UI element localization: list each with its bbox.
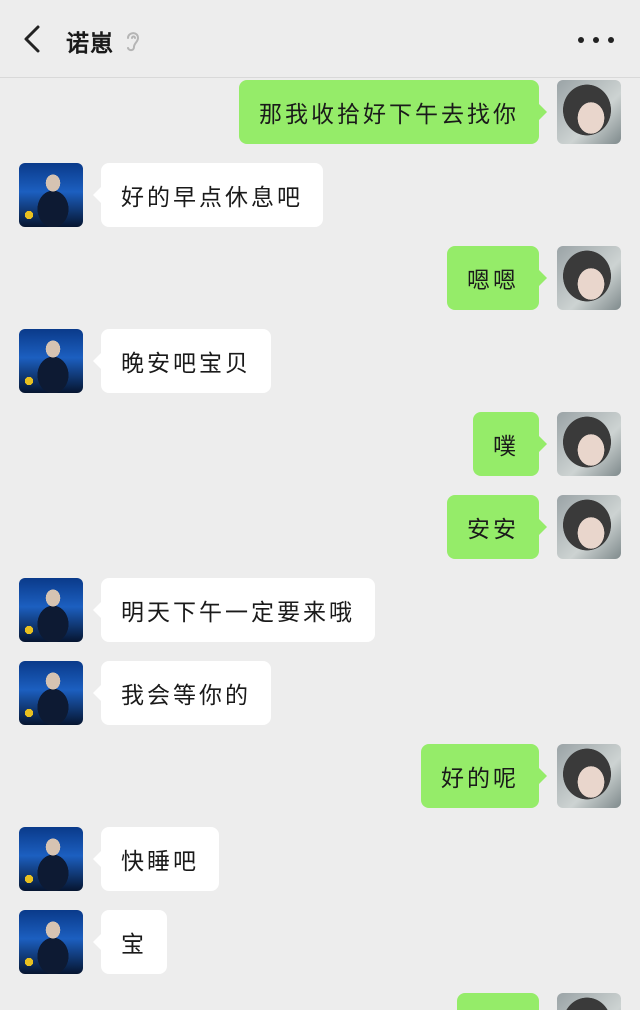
message-row-received: 明天下午一定要来哦 [0, 578, 640, 644]
message-bubble-received[interactable]: 我会等你的 [93, 661, 271, 725]
message-bubble-received[interactable]: 好的早点休息吧 [93, 163, 323, 227]
avatar-contact[interactable] [19, 163, 83, 227]
chat-title-area[interactable]: 诺崽 [66, 24, 144, 58]
message-row-sent: 那我收拾好下午去找你 [0, 80, 640, 146]
message-row-received: 好的早点休息吧 [0, 163, 640, 229]
more-dots-icon [593, 37, 599, 43]
message-row-sent [0, 993, 640, 1010]
more-dots-icon [578, 37, 584, 43]
chat-title: 诺崽 [66, 31, 114, 57]
message-row-sent: 安安 [0, 495, 640, 561]
message-bubble-received[interactable]: 晚安吧宝贝 [93, 329, 271, 393]
chevron-left-icon [24, 25, 40, 53]
message-bubble-received[interactable]: 宝 [93, 910, 167, 974]
avatar-self[interactable] [557, 246, 621, 310]
chat-screen: 诺崽 那我收拾好下午去找你 好的早点休息吧 嗯嗯 晚安吧宝贝 噗 安安 明天下午… [0, 0, 640, 1010]
avatar-self[interactable] [557, 495, 621, 559]
message-row-received: 快睡吧 [0, 827, 640, 893]
more-dots-icon [608, 37, 614, 43]
avatar-contact[interactable] [19, 661, 83, 725]
message-bubble-sent[interactable]: 嗯嗯 [447, 246, 547, 310]
chat-header: 诺崽 [0, 0, 640, 78]
message-row-received: 我会等你的 [0, 661, 640, 727]
avatar-contact[interactable] [19, 578, 83, 642]
avatar-self[interactable] [557, 993, 621, 1010]
message-row-received: 宝 [0, 910, 640, 976]
avatar-contact[interactable] [19, 329, 83, 393]
message-row-received: 晚安吧宝贝 [0, 329, 640, 395]
message-row-sent: 噗 [0, 412, 640, 478]
message-bubble-sent[interactable]: 安安 [447, 495, 547, 559]
message-bubble-sent[interactable]: 好的呢 [421, 744, 547, 808]
back-button[interactable] [16, 22, 50, 56]
more-options-button[interactable] [578, 26, 614, 54]
avatar-self[interactable] [557, 744, 621, 808]
message-bubble-sent[interactable]: 那我收拾好下午去找你 [239, 80, 547, 144]
avatar-self[interactable] [557, 412, 621, 476]
message-bubble-received[interactable]: 快睡吧 [93, 827, 219, 891]
message-row-sent: 嗯嗯 [0, 246, 640, 312]
avatar-self[interactable] [557, 80, 621, 144]
message-row-sent: 好的呢 [0, 744, 640, 810]
avatar-contact[interactable] [19, 910, 83, 974]
message-bubble-sent[interactable]: 噗 [473, 412, 547, 476]
message-bubble-sent[interactable] [457, 993, 539, 1010]
ear-icon [127, 32, 140, 52]
avatar-contact[interactable] [19, 827, 83, 891]
message-bubble-received[interactable]: 明天下午一定要来哦 [93, 578, 375, 642]
